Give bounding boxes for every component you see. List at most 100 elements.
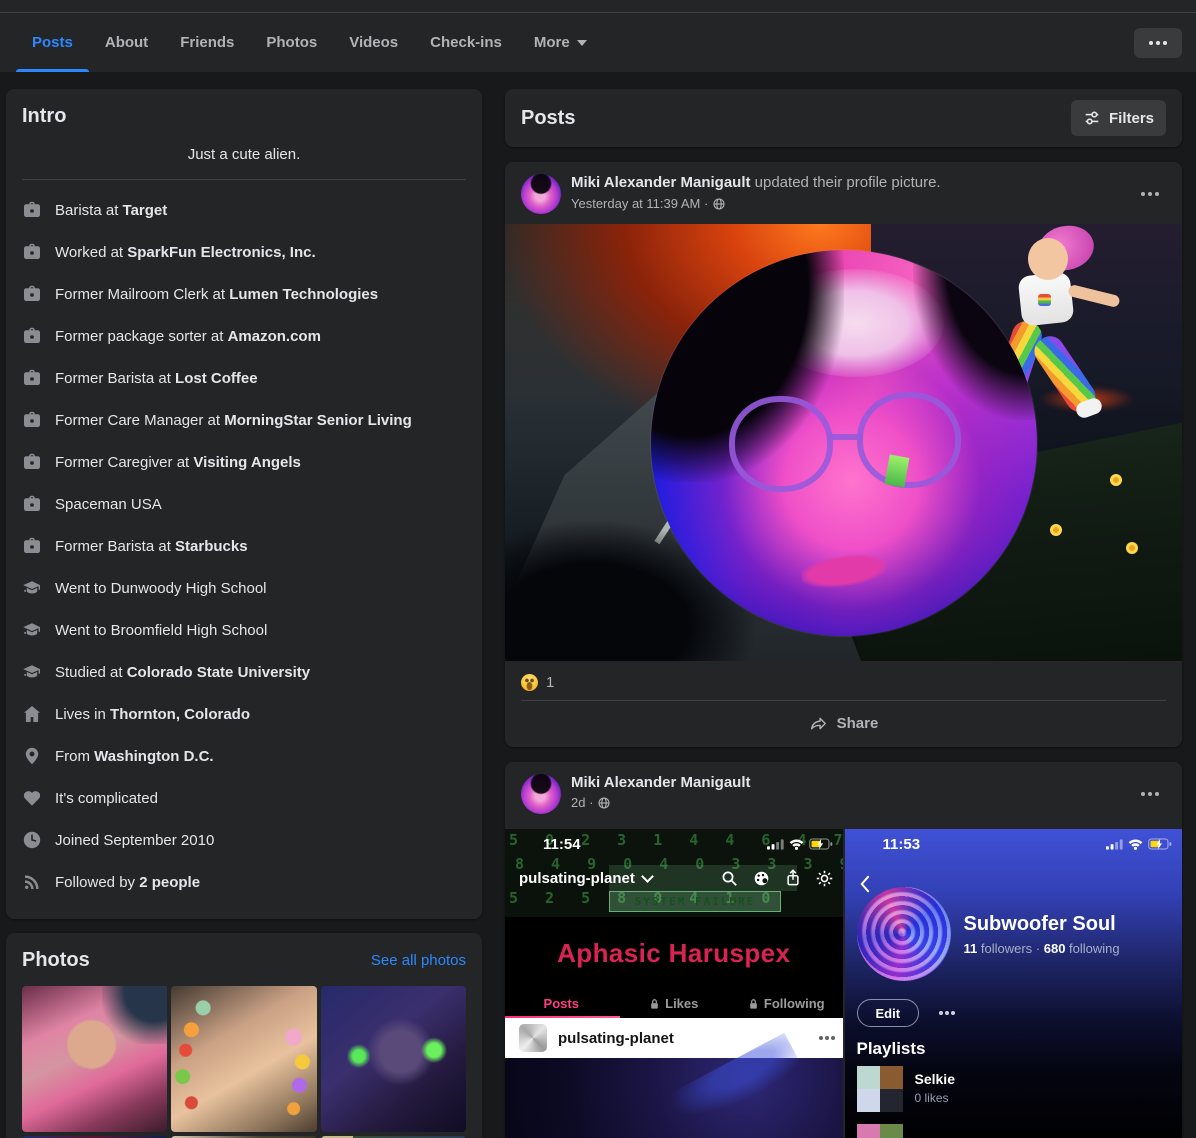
filters-button[interactable]: Filters bbox=[1071, 100, 1166, 136]
avatar[interactable] bbox=[521, 774, 561, 814]
filters-label: Filters bbox=[1109, 110, 1154, 127]
battery-charging-icon bbox=[1148, 838, 1172, 850]
graduation-cap-icon bbox=[22, 620, 42, 640]
tab-friends[interactable]: Friends bbox=[164, 13, 250, 72]
intro-item-text: Former package sorter at Amazon.com bbox=[55, 328, 321, 345]
cover-art-flower bbox=[1110, 474, 1122, 486]
intro-item-text: Worked at SparkFun Electronics, Inc. bbox=[55, 244, 316, 261]
playlist-title: Selkie bbox=[915, 1071, 955, 1087]
status-bar-clock: 11:54 bbox=[543, 836, 581, 853]
spotify-profile-name: Subwoofer Soul bbox=[964, 913, 1116, 936]
clock-icon bbox=[22, 830, 42, 850]
glasses-lens bbox=[729, 396, 833, 492]
profile-more-options-button[interactable] bbox=[1134, 28, 1182, 58]
see-all-photos-link[interactable]: See all photos bbox=[371, 952, 466, 969]
cover-art-flower bbox=[1050, 524, 1062, 536]
intro-item-text: Went to Broomfield High School bbox=[55, 622, 267, 639]
reaction-count[interactable]: 1 bbox=[546, 674, 554, 691]
cellular-signal-icon bbox=[1106, 839, 1123, 850]
tab-posts[interactable]: Posts bbox=[16, 13, 89, 72]
profile-nav-bar: Posts About Friends Photos Videos Check-… bbox=[0, 0, 1196, 72]
playlists-heading: Playlists bbox=[857, 1039, 926, 1059]
profile-name: pulsating-planet bbox=[558, 1030, 674, 1047]
intro-item: Former Mailroom Clerk at Lumen Technolog… bbox=[22, 273, 466, 315]
right-column: Posts Filters Miki Alexander Manigault u… bbox=[505, 89, 1182, 1138]
followers-line: 11 followers · 680 following bbox=[964, 941, 1120, 956]
post1-timestamp[interactable]: Yesterday at 11:39 AM · bbox=[571, 196, 708, 211]
briefcase-icon bbox=[22, 368, 42, 388]
palette-icon bbox=[753, 870, 770, 887]
screenshot-toolbar-icons bbox=[721, 869, 833, 887]
avatar bbox=[519, 1024, 547, 1052]
wow-reaction-icon[interactable] bbox=[521, 674, 538, 691]
chevron-down-icon bbox=[577, 40, 587, 46]
intro-item: Spaceman USA bbox=[22, 483, 466, 525]
tab-friends-label: Friends bbox=[180, 34, 234, 51]
wifi-icon bbox=[1128, 839, 1143, 850]
tab-photos-label: Photos bbox=[266, 34, 317, 51]
post2-header-text: Miki Alexander Manigault 2d · bbox=[571, 774, 750, 810]
briefcase-icon bbox=[22, 326, 42, 346]
battery-charging-icon bbox=[809, 838, 833, 850]
tab-photos[interactable]: Photos bbox=[250, 13, 333, 72]
intro-item: Worked at SparkFun Electronics, Inc. bbox=[22, 231, 466, 273]
screenshot-handle-row: pulsating-planet bbox=[519, 869, 833, 887]
share-button[interactable]: Share bbox=[769, 705, 919, 742]
post1-action-text: updated their profile picture. bbox=[750, 174, 940, 191]
photo-thumbnail[interactable] bbox=[22, 986, 167, 1132]
spotify-profile-avatar bbox=[857, 887, 951, 981]
share-label: Share bbox=[837, 715, 879, 732]
intro-item-text: Spaceman USA bbox=[55, 496, 162, 513]
graduation-cap-icon bbox=[22, 578, 42, 598]
photo-thumbnail[interactable] bbox=[321, 986, 466, 1132]
ellipsis-icon bbox=[1156, 41, 1160, 45]
graduation-cap-icon bbox=[22, 662, 42, 682]
intro-title: Intro bbox=[22, 105, 466, 128]
profile-tabs: Posts About Friends Photos Videos Check-… bbox=[0, 13, 1196, 72]
share-export-icon bbox=[785, 869, 801, 887]
post2-menu-button[interactable] bbox=[1134, 784, 1166, 804]
tab-videos[interactable]: Videos bbox=[333, 13, 414, 72]
rss-icon bbox=[22, 872, 42, 892]
intro-item-text: Went to Dunwoody High School bbox=[55, 580, 267, 597]
post1-profile-picture-image[interactable] bbox=[505, 224, 1182, 661]
photo-thumbnail[interactable] bbox=[171, 986, 316, 1132]
post2-image-grid: 5 0 2 3 1 4 4 6 4 7 7 5 1 8 4 9 0 4 0 3 … bbox=[505, 829, 1182, 1138]
bio-text: Just a cute alien. bbox=[22, 146, 466, 163]
screenshot-tab-posts: Posts bbox=[505, 989, 618, 1018]
posts-header-card: Posts Filters bbox=[505, 89, 1182, 147]
tab-about[interactable]: About bbox=[89, 13, 164, 72]
system-failure-banner: SYSTEM FAILURE bbox=[609, 891, 781, 912]
author-name[interactable]: Miki Alexander Manigault bbox=[571, 174, 750, 191]
share-icon bbox=[809, 714, 828, 733]
author-name[interactable]: Miki Alexander Manigault bbox=[571, 774, 750, 791]
lock-icon bbox=[649, 998, 660, 1010]
intro-item-text: Former Care Manager at MorningStar Senio… bbox=[55, 412, 412, 429]
avatar[interactable] bbox=[521, 174, 561, 214]
post1-menu-button[interactable] bbox=[1134, 184, 1166, 204]
photos-card: Photos See all photos bbox=[6, 933, 482, 1138]
tab-more[interactable]: More bbox=[518, 13, 603, 72]
status-bar-clock: 11:53 bbox=[883, 836, 921, 853]
post2-image-left[interactable]: 5 0 2 3 1 4 4 6 4 7 7 5 1 8 4 9 0 4 0 3 … bbox=[505, 829, 843, 1138]
profile-picture-circle[interactable] bbox=[651, 250, 1037, 636]
playlist-cover bbox=[857, 1124, 903, 1138]
playlist-item: Selkie0 likes bbox=[857, 1066, 955, 1112]
ellipsis-icon bbox=[825, 1036, 829, 1040]
post2-image-right[interactable]: 11:53 Subwoofer Soul 11 followers · 680 … bbox=[845, 829, 1183, 1138]
left-column: Intro Just a cute alien. Barista at Targ… bbox=[6, 89, 482, 1138]
intro-item: Former Caregiver at Visiting Angels bbox=[22, 441, 466, 483]
cellular-signal-icon bbox=[767, 839, 784, 850]
photo-grid bbox=[22, 986, 466, 1138]
post2-timestamp[interactable]: 2d · bbox=[571, 795, 593, 810]
intro-item-text: Followed by 2 people bbox=[55, 874, 200, 891]
playlist-item bbox=[857, 1124, 968, 1138]
back-chevron-icon bbox=[859, 875, 870, 898]
heart-icon bbox=[22, 788, 42, 808]
intro-item: From Washington D.C. bbox=[22, 735, 466, 777]
ellipsis-icon bbox=[1148, 792, 1152, 796]
tab-checkins[interactable]: Check-ins bbox=[414, 13, 518, 72]
screenshot-title-band: Aphasic Haruspex bbox=[505, 917, 843, 989]
intro-item: Went to Broomfield High School bbox=[22, 609, 466, 651]
glasses-bridge bbox=[827, 434, 863, 440]
